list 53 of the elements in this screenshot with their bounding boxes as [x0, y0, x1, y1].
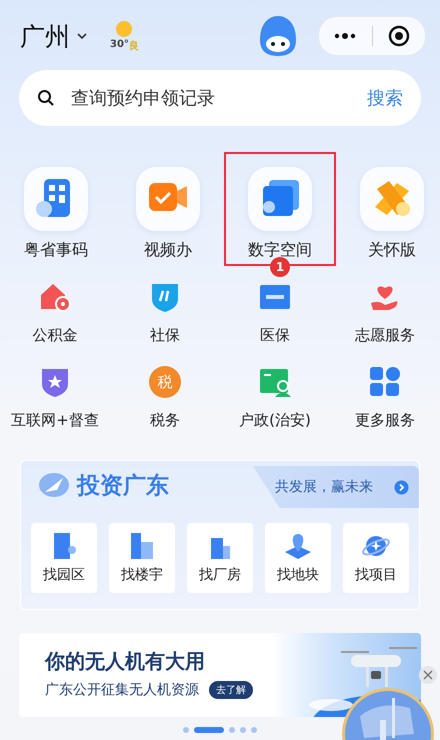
shield-icon: [150, 281, 180, 313]
app-tile[interactable]: [24, 167, 88, 231]
globe-logo-icon: [37, 470, 71, 500]
app-tile[interactable]: [136, 167, 200, 231]
service-label[interactable]: 志愿服务: [355, 326, 415, 345]
service-label[interactable]: 更多服务: [355, 411, 415, 430]
grid-icon: [369, 366, 401, 398]
close-button[interactable]: [419, 666, 437, 684]
app-label[interactable]: 关怀版: [368, 240, 416, 261]
learn-more-link[interactable]: 去了解: [209, 681, 253, 699]
sun-icon: [115, 20, 134, 38]
service-label[interactable]: 户政(治安): [239, 411, 311, 430]
banner-title: 你的无人机有大用: [45, 648, 206, 675]
star-shield-icon: [40, 366, 70, 398]
carousel-dot[interactable]: [240, 727, 246, 733]
carousel-dot[interactable]: [183, 727, 189, 733]
air-quality: 良: [128, 39, 139, 52]
app-tile[interactable]: [360, 167, 424, 231]
service-label[interactable]: 社保: [150, 326, 180, 345]
service-label[interactable]: 税务: [150, 411, 180, 430]
city-name[interactable]: 广州: [20, 20, 70, 52]
house-coin-icon: [39, 281, 71, 313]
invest-item[interactable]: 找园区: [31, 523, 97, 593]
banner-subtitle: 广东公开征集无人机资源: [45, 681, 199, 699]
map-pin-icon: [283, 532, 313, 560]
invest-title: 投资广东: [77, 472, 169, 500]
app-label[interactable]: 视频办: [144, 240, 192, 261]
invest-item[interactable]: 找地块: [265, 523, 331, 593]
service-label[interactable]: 医保: [260, 326, 290, 345]
app-label[interactable]: 粤省事码: [24, 240, 88, 261]
more-icon: [334, 33, 356, 39]
id-card-person-icon: [259, 366, 291, 398]
tax-icon: 税: [149, 366, 181, 398]
search-button[interactable]: 搜索: [367, 86, 403, 110]
chevron-down-icon[interactable]: [76, 32, 88, 40]
service-label[interactable]: 公积金: [32, 326, 78, 345]
search-bar[interactable]: 查询预约申领记录 搜索: [19, 70, 421, 126]
close-icon: [423, 670, 433, 680]
search-icon: [37, 89, 55, 107]
invest-item[interactable]: 找厂房: [187, 523, 253, 593]
target-icon: [388, 25, 410, 47]
invest-item[interactable]: 找项目: [343, 523, 409, 593]
count-badge: 1: [270, 257, 290, 277]
app-tile[interactable]: [248, 167, 312, 231]
temperature: 30°: [110, 38, 129, 52]
slogan-link[interactable]: 共发展，赢未来: [253, 466, 419, 508]
arrow-right-icon: [394, 480, 409, 494]
invest-item[interactable]: 找楼宇: [109, 523, 175, 593]
carousel-dot[interactable]: [229, 727, 235, 733]
service-label[interactable]: 互联网+督查: [11, 411, 99, 430]
carousel-dot[interactable]: [251, 727, 257, 733]
card-icon: [259, 283, 291, 311]
buildings-icon: [128, 532, 156, 560]
